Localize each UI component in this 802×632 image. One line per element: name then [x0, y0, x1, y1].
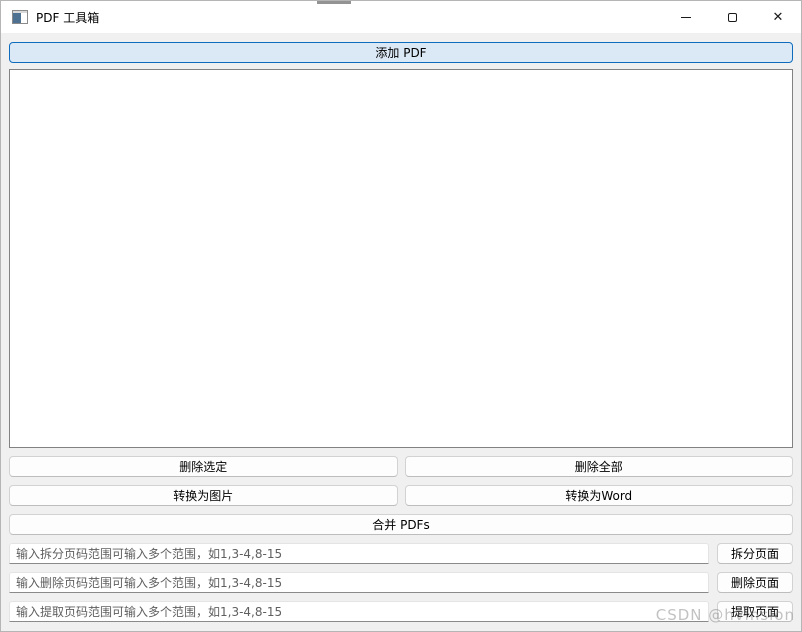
split-pages-button[interactable]: 拆分页面 — [717, 543, 793, 564]
titlebar: PDF 工具箱 ✕ — [1, 1, 801, 33]
desktop-fragment — [317, 1, 351, 4]
extract-pages-row: 提取页面 — [9, 601, 793, 622]
app-icon — [12, 10, 28, 24]
pdf-file-list[interactable] — [9, 69, 793, 448]
close-button[interactable]: ✕ — [755, 1, 801, 33]
extract-pages-button[interactable]: 提取页面 — [717, 601, 793, 622]
add-pdf-button[interactable]: 添加 PDF — [9, 42, 793, 63]
app-window: PDF 工具箱 ✕ 添加 PDF 删除选定 删除全部 转换为图片 转换为Word… — [0, 0, 802, 632]
convert-to-image-button[interactable]: 转换为图片 — [9, 485, 398, 506]
minimize-icon — [681, 17, 691, 18]
delete-all-button[interactable]: 删除全部 — [405, 456, 794, 477]
delete-pages-row: 删除页面 — [9, 572, 793, 593]
delete-pages-button[interactable]: 删除页面 — [717, 572, 793, 593]
maximize-button[interactable] — [709, 1, 755, 33]
merge-row: 合并 PDFs — [9, 514, 793, 535]
client-area: 添加 PDF 删除选定 删除全部 转换为图片 转换为Word 合并 PDFs 拆… — [1, 33, 801, 632]
delete-range-input[interactable] — [9, 572, 709, 593]
split-range-input[interactable] — [9, 543, 709, 564]
maximize-icon — [728, 13, 737, 22]
extract-range-input[interactable] — [9, 601, 709, 622]
action-grid: 删除选定 删除全部 转换为图片 转换为Word — [9, 456, 793, 506]
minimize-button[interactable] — [663, 1, 709, 33]
merge-pdfs-button[interactable]: 合并 PDFs — [9, 514, 793, 535]
close-icon: ✕ — [773, 11, 784, 24]
split-pages-row: 拆分页面 — [9, 543, 793, 564]
convert-to-word-button[interactable]: 转换为Word — [405, 485, 794, 506]
window-title: PDF 工具箱 — [36, 9, 99, 26]
delete-selected-button[interactable]: 删除选定 — [9, 456, 398, 477]
